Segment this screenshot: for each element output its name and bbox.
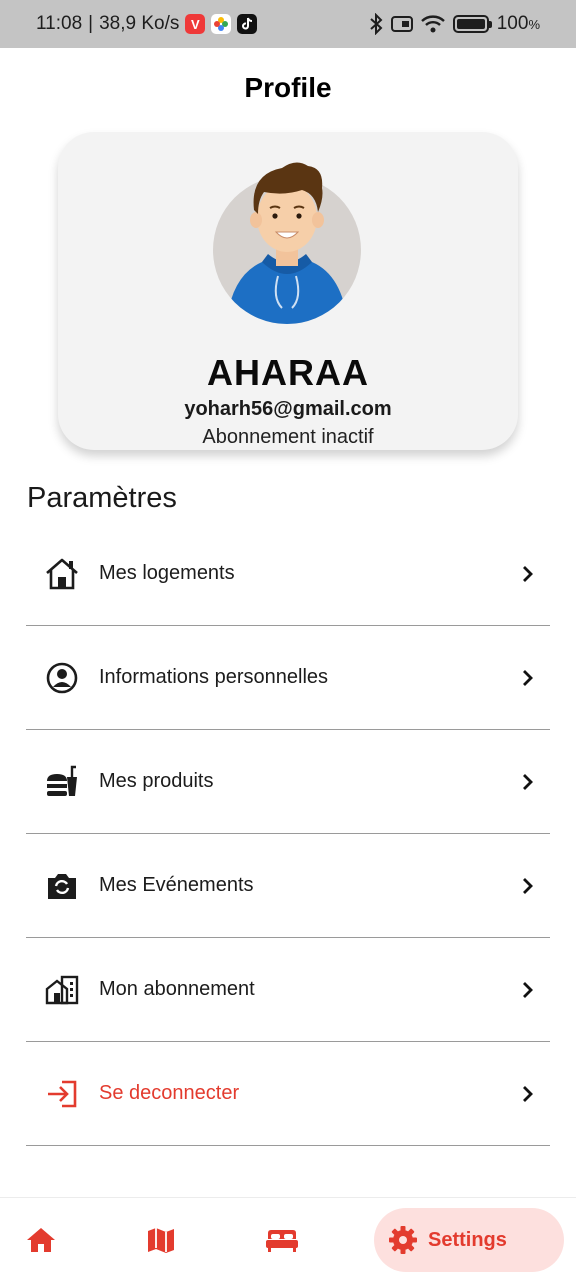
page-title: Profile [244, 72, 332, 103]
chevron-right-icon [516, 979, 538, 1001]
bed-icon [266, 1230, 298, 1252]
menu-item-label: Se deconnecter [99, 1082, 240, 1104]
nav-bed-button[interactable] [262, 1220, 302, 1260]
separator: | [88, 13, 94, 34]
menu-item-label: Mes produits [99, 770, 214, 792]
nav-map-button[interactable] [141, 1220, 181, 1260]
logout-icon [44, 1076, 80, 1112]
bluetooth-icon [369, 13, 383, 35]
wifi-icon [420, 15, 445, 33]
network-speed: 38,9 Ko/s [99, 13, 180, 34]
subscription-status: Abonnement inactif [202, 426, 374, 448]
menu-item-label: Mes logements [99, 562, 235, 584]
avatar[interactable] [212, 158, 362, 328]
chevron-right-icon [516, 667, 538, 689]
tiktok-notification-icon [237, 14, 258, 34]
menu-item-label: Mon abonnement [99, 978, 255, 1000]
settings-menu: Mes logements Informations personnelles … [26, 522, 550, 1146]
chevron-right-icon [516, 875, 538, 897]
chevron-right-icon [516, 1083, 538, 1105]
clock: 11:08 [36, 13, 83, 34]
nav-settings-label: Settings [428, 1228, 507, 1251]
menu-item-mes-produits[interactable]: Mes produits [26, 730, 550, 834]
nav-home-button[interactable] [21, 1220, 61, 1260]
account-circle-icon [44, 660, 80, 696]
menu-item-label: Mes Evénements [99, 874, 254, 896]
gear-icon [389, 1226, 417, 1254]
apartment-icon [44, 972, 80, 1008]
status-left: 11:08 | 38,9 Ko/s V [36, 13, 258, 35]
status-bar: 11:08 | 38,9 Ko/s V 100% [0, 0, 576, 48]
status-right: 100% [369, 13, 540, 35]
menu-item-mon-abonnement[interactable]: Mon abonnement [26, 938, 550, 1042]
menu-item-mes-logements[interactable]: Mes logements [26, 522, 550, 626]
sim-card-icon [390, 15, 413, 33]
bottom-navigation: Settings [0, 1197, 576, 1280]
menu-item-label: Informations personnelles [99, 666, 329, 688]
battery-icon [452, 15, 492, 33]
menu-item-se-deconnecter[interactable]: Se deconnecter [26, 1042, 550, 1146]
battery-level: 100% [496, 13, 540, 34]
menu-item-informations-personnelles[interactable]: Informations personnelles [26, 626, 550, 730]
nav-settings-button[interactable]: Settings [374, 1208, 564, 1272]
map-icon [148, 1228, 174, 1253]
profile-card: AHARAA yoharh56@gmail.com Abonnement ina… [58, 132, 518, 450]
camera-switch-icon [44, 868, 80, 904]
user-name: AHARAA [207, 352, 369, 393]
fastfood-icon [44, 764, 80, 800]
chevron-right-icon [516, 771, 538, 793]
house-icon [44, 556, 80, 592]
user-email: yoharh56@gmail.com [184, 398, 392, 420]
photos-notification-icon [211, 14, 232, 34]
settings-section-title: Paramètres [27, 482, 177, 514]
chevron-right-icon [516, 563, 538, 585]
home-icon [27, 1228, 55, 1252]
menu-item-mes-evenements[interactable]: Mes Evénements [26, 834, 550, 938]
vivaldi-notification-icon: V [185, 14, 206, 34]
